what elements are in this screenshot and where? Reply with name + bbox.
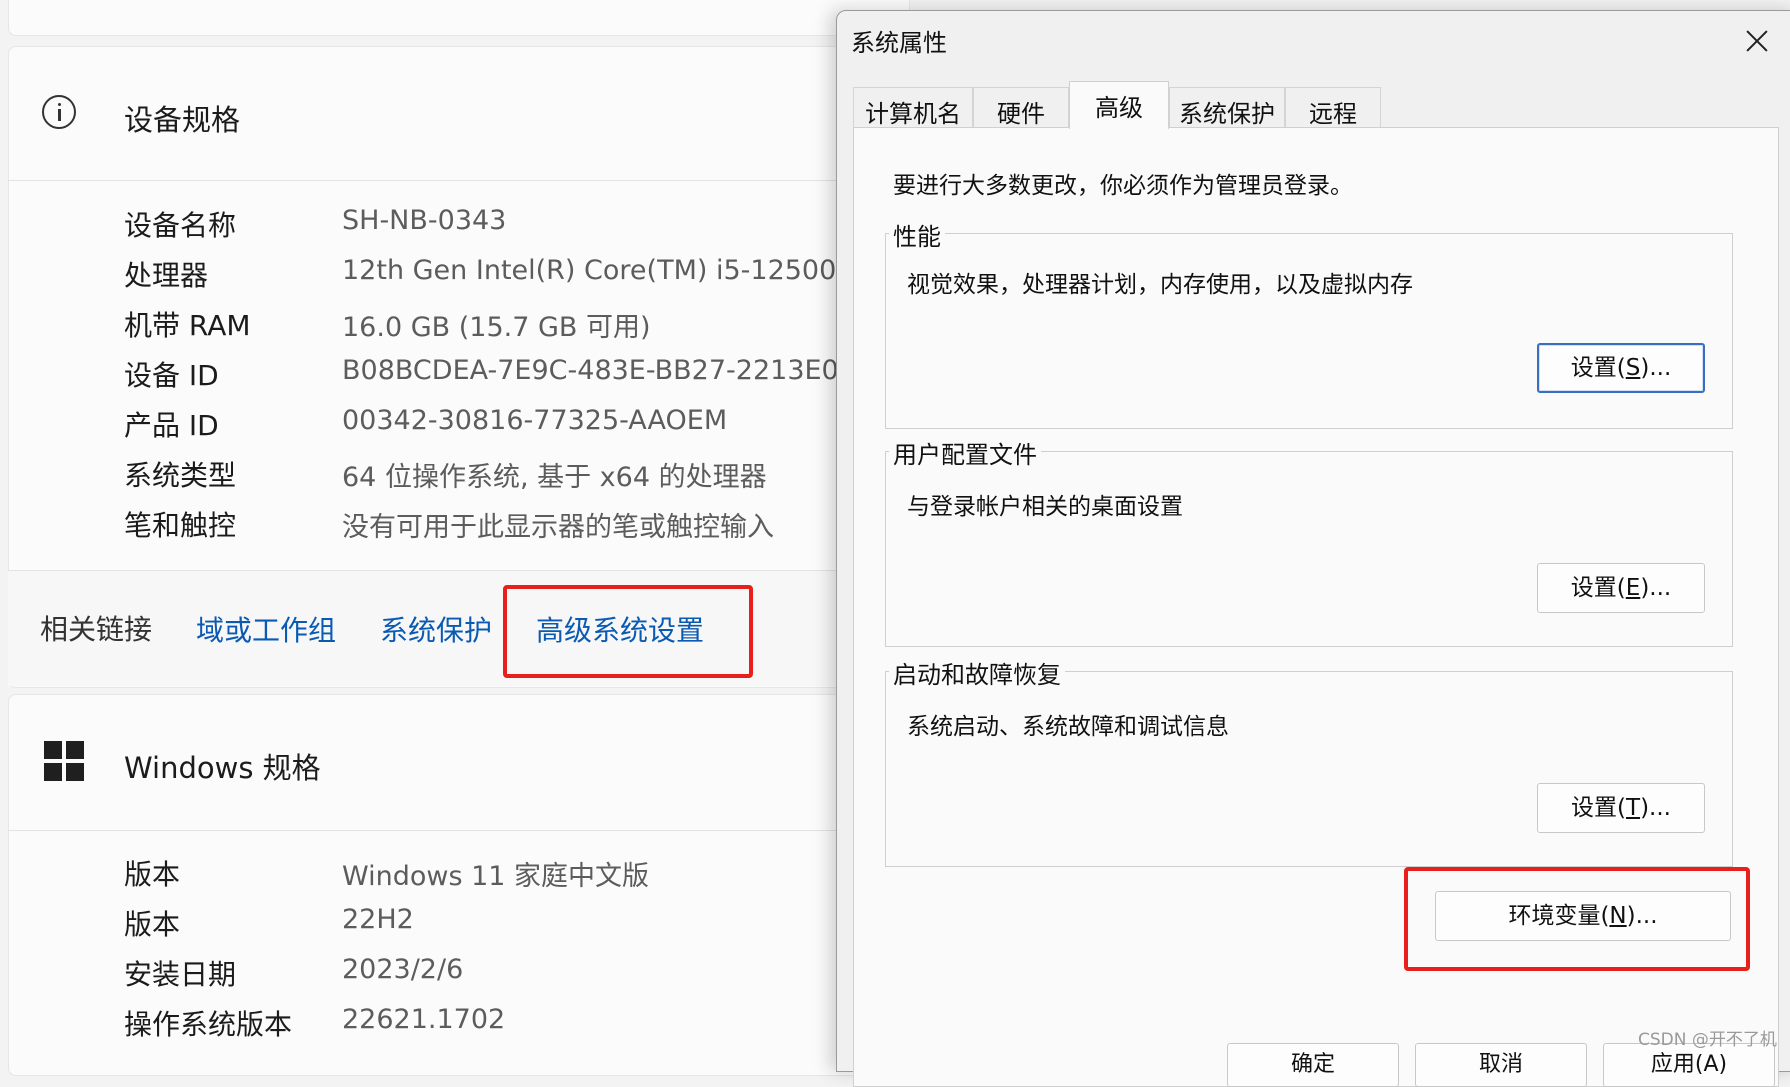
performance-group-desc: 视觉效果，处理器计划，内存使用，以及虚拟内存 (907, 272, 1413, 298)
watermark: CSDN @开不了机 (1638, 1030, 1777, 1050)
divider (8, 180, 908, 181)
previous-card (8, 0, 910, 36)
spec-value: B08BCDEA-7E9C-483E-BB27-2213E01F2A (342, 355, 908, 386)
user-profiles-group-title: 用户配置文件 (889, 435, 1041, 470)
user-profiles-group (885, 451, 1733, 647)
close-icon[interactable] (1745, 29, 1769, 53)
spec-label: 机带 RAM (124, 309, 251, 342)
dialog-title: 系统属性 (851, 29, 947, 57)
spec-label: 操作系统版本 (124, 1008, 293, 1041)
spec-label: 安装日期 (124, 958, 237, 991)
button-text: )... (1640, 575, 1672, 601)
button-text: )... (1640, 355, 1672, 381)
startup-recovery-group (885, 671, 1733, 867)
button-accesskey: S (1625, 355, 1641, 381)
performance-group-title: 性能 (889, 217, 945, 252)
link-domain-workgroup[interactable]: 域或工作组 (196, 609, 336, 649)
ok-button[interactable]: 确定 (1227, 1043, 1399, 1087)
spec-label: 版本 (124, 908, 181, 941)
related-links-label: 相关链接 (40, 613, 153, 646)
button-text: 设置( (1570, 355, 1626, 381)
spec-label: 设备名称 (124, 209, 237, 242)
button-text: 设置( (1570, 575, 1626, 601)
admin-notice: 要进行大多数更改，你必须作为管理员登录。 (893, 173, 1353, 199)
spec-label: 系统类型 (124, 459, 237, 492)
spec-label: 版本 (124, 858, 181, 891)
spec-label: 设备 ID (124, 359, 219, 392)
spec-value: 00342-30816-77325-AAOEM (342, 405, 728, 436)
spec-value: 22621.1702 (342, 1004, 506, 1035)
spec-value: Windows 11 家庭中文版 (342, 861, 650, 892)
spec-value: 没有可用于此显示器的笔或触控输入 (342, 512, 774, 543)
startup-recovery-group-title: 启动和故障恢复 (889, 655, 1065, 690)
spec-value: 64 位操作系统, 基于 x64 的处理器 (342, 462, 767, 493)
tab-computer-name[interactable]: 计算机名 (853, 87, 973, 128)
spec-value: 2023/2/6 (342, 954, 464, 985)
user-profiles-group-desc: 与登录帐户相关的桌面设置 (907, 494, 1183, 520)
spec-label: 处理器 (124, 259, 209, 292)
button-accesskey: E (1625, 575, 1641, 601)
tab-advanced[interactable]: 高级 (1069, 81, 1169, 129)
performance-group (885, 233, 1733, 429)
highlight-box-advanced-settings (503, 585, 753, 678)
tab-system-protection[interactable]: 系统保护 (1169, 87, 1285, 128)
highlight-box-environment-variables (1404, 867, 1750, 971)
tab-hardware[interactable]: 硬件 (973, 87, 1069, 128)
performance-settings-button[interactable]: 设置(S)... (1537, 343, 1705, 393)
button-text: 设置( (1571, 795, 1626, 821)
startup-recovery-settings-button[interactable]: 设置(T)... (1537, 783, 1705, 833)
info-icon (42, 95, 76, 129)
button-accesskey: T (1626, 795, 1641, 821)
user-profiles-settings-button[interactable]: 设置(E)... (1537, 563, 1705, 613)
spec-value: SH-NB-0343 (342, 205, 507, 236)
spec-label: 笔和触控 (124, 509, 237, 542)
device-specs-title: 设备规格 (124, 103, 241, 137)
cancel-button[interactable]: 取消 (1415, 1043, 1587, 1087)
startup-recovery-group-desc: 系统启动、系统故障和调试信息 (907, 714, 1229, 740)
windows-specs-title: Windows 规格 (124, 751, 321, 785)
spec-value: 12th Gen Intel(R) Core(TM) i5-12500H 2 (342, 255, 883, 286)
windows-logo-icon (44, 741, 84, 781)
spec-value: 22H2 (342, 904, 414, 935)
divider (8, 830, 908, 831)
spec-label: 产品 ID (124, 409, 219, 442)
spec-value: 16.0 GB (15.7 GB 可用) (342, 312, 651, 343)
tab-remote[interactable]: 远程 (1285, 87, 1381, 128)
button-text: )... (1640, 795, 1671, 821)
link-system-protection[interactable]: 系统保护 (380, 609, 492, 649)
